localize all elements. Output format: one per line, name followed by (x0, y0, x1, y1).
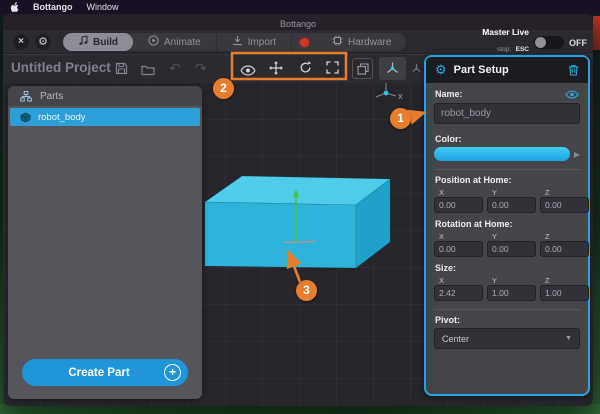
save-icon[interactable] (115, 62, 128, 80)
master-live-label: Master Live (482, 28, 529, 38)
name-label: Name: (435, 89, 463, 99)
parts-panel-title: Parts (40, 91, 63, 102)
record-indicator-dot (300, 38, 309, 47)
annotation-step-2: 2 (213, 78, 234, 99)
main-toolbar: × ⚙ Build Animate Import Hardware (3, 30, 593, 54)
rotation-z-input[interactable] (540, 241, 589, 257)
rotation-label: Rotation at Home: (435, 219, 513, 229)
divider (434, 169, 580, 170)
position-x-label: X (439, 188, 444, 197)
delete-part-trash-icon[interactable] (568, 64, 579, 76)
chip-icon (332, 35, 343, 49)
project-title: Untitled Project (11, 60, 111, 75)
build-icon (78, 35, 88, 49)
pivot-label: Pivot: (435, 315, 460, 325)
part-item-label: robot_body (38, 112, 86, 123)
menu-window[interactable]: Window (87, 2, 119, 12)
orientation-gizmo[interactable]: X (369, 82, 409, 108)
size-x-label: X (439, 276, 444, 285)
part-setup-header: ⚙ Part Setup (426, 57, 588, 83)
size-z-input[interactable] (540, 285, 589, 301)
chevron-down-icon: ▼ (565, 335, 572, 342)
color-picker-bar[interactable]: ▶ (434, 147, 580, 161)
scale-tool-icon[interactable] (326, 61, 339, 79)
pivot-dropdown[interactable]: Center ▼ (434, 328, 580, 349)
undo-icon[interactable]: ↶ (169, 61, 181, 75)
color-expand-arrow-icon[interactable]: ▶ (574, 150, 580, 159)
tab-build[interactable]: Build (63, 33, 133, 51)
tab-animate[interactable]: Animate (133, 33, 217, 51)
gizmo-mode-button[interactable] (379, 57, 406, 80)
master-live-text: Master Live stop: ESC (482, 28, 529, 56)
redo-icon[interactable]: ↷ (195, 61, 207, 75)
import-icon (232, 35, 243, 49)
size-y-label: Y (492, 276, 497, 285)
visibility-eye-icon[interactable] (240, 63, 256, 81)
pivot-axes-icon[interactable] (411, 61, 422, 79)
parts-panel: Parts robot_body Create Part + (8, 86, 202, 399)
window-title: Bottango (280, 19, 316, 29)
axis-x-label: X (398, 94, 403, 101)
position-z-label: Z (545, 188, 550, 197)
rotate-tool-icon[interactable] (299, 61, 312, 79)
name-input[interactable] (434, 103, 580, 124)
rotation-y-label: Y (492, 232, 497, 241)
position-label: Position at Home: (435, 175, 512, 185)
open-folder-icon[interactable] (141, 63, 155, 81)
position-x-input[interactable] (434, 197, 483, 213)
bottango-window: Bottango × ⚙ Build Animate Import Hardwa… (3, 14, 593, 406)
tab-import-label: Import (248, 37, 276, 48)
menu-app-name[interactable]: Bottango (33, 2, 73, 12)
position-z-input[interactable] (540, 197, 589, 213)
hierarchy-icon (20, 91, 32, 102)
annotation-step-3: 3 (296, 280, 317, 301)
divider (434, 309, 580, 310)
position-y-label: Y (492, 188, 497, 197)
robot-body-mesh[interactable] (205, 176, 390, 268)
play-icon (148, 35, 159, 49)
gear-icon: ⚙ (435, 62, 447, 78)
part-list-item[interactable]: robot_body (10, 108, 200, 126)
mode-tab-group: Build Animate Import Hardware (63, 33, 406, 51)
create-part-button[interactable]: Create Part + (22, 359, 188, 386)
close-button[interactable]: × (13, 34, 29, 50)
part-setup-panel: ⚙ Part Setup Name: Color: ▶ Position at … (424, 55, 590, 396)
size-x-input[interactable] (434, 285, 483, 301)
toggle-knob (535, 37, 546, 48)
apple-menu-icon[interactable] (10, 2, 19, 13)
master-live-esc-key: ESC (516, 46, 529, 53)
move-tool-icon[interactable] (269, 61, 283, 80)
tab-hardware[interactable]: Hardware (317, 33, 406, 51)
cube-icon (20, 112, 31, 123)
size-y-input[interactable] (487, 285, 536, 301)
name-visibility-eye-icon[interactable] (565, 90, 579, 99)
master-live-stop-label: stop: (497, 46, 511, 53)
tab-import[interactable]: Import (217, 33, 292, 51)
tab-build-label: Build (93, 37, 118, 48)
color-label: Color: (435, 134, 462, 144)
parts-panel-header: Parts (8, 86, 202, 106)
master-live-control: Master Live stop: ESC OFF (482, 32, 587, 53)
master-live-toggle[interactable] (534, 36, 564, 49)
desktop-wallpaper-patch (593, 16, 600, 50)
rotation-x-input[interactable] (434, 241, 483, 257)
rotation-x-label: X (439, 232, 444, 241)
plus-icon: + (164, 364, 181, 381)
menu-bar: Bottango Window (0, 0, 600, 14)
part-setup-title: Part Setup (454, 64, 561, 76)
annotation-step-1: 1 (390, 108, 411, 129)
color-swatch[interactable] (434, 147, 570, 161)
rotation-z-label: Z (545, 232, 550, 241)
rotation-y-input[interactable] (487, 241, 536, 257)
pivot-value: Center (442, 334, 565, 344)
size-label: Size: (435, 263, 456, 273)
tab-animate-label: Animate (164, 37, 201, 48)
duplicate-button[interactable] (352, 58, 373, 79)
size-z-label: Z (545, 276, 550, 285)
settings-gear-button[interactable]: ⚙ (35, 34, 51, 50)
tab-hardware-label: Hardware (348, 37, 391, 48)
create-part-label: Create Part (34, 367, 164, 379)
master-live-state: OFF (569, 38, 587, 48)
position-y-input[interactable] (487, 197, 536, 213)
